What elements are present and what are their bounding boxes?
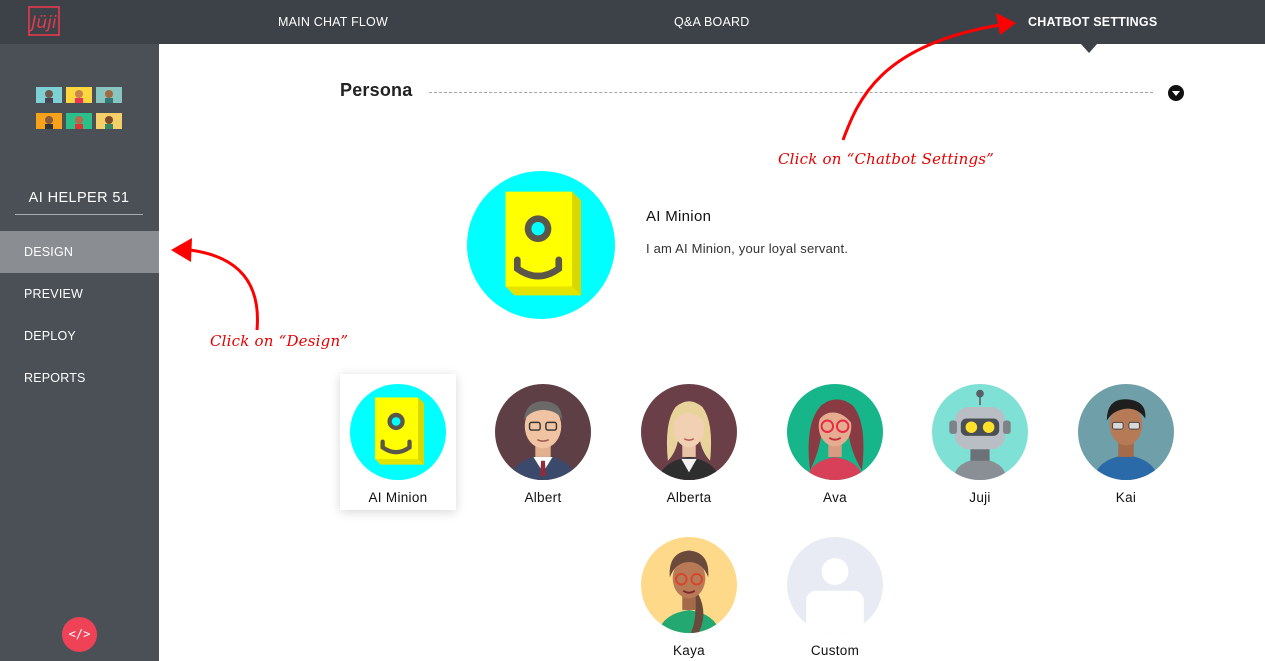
sidebar-item-deploy[interactable]: DEPLOY — [0, 315, 159, 357]
nav-main-chat-flow[interactable]: MAIN CHAT FLOW — [278, 15, 388, 29]
persona-label: Alberta — [666, 490, 712, 505]
nav-qa-board[interactable]: Q&A BOARD — [674, 15, 749, 29]
persona-card-custom[interactable]: Custom — [777, 527, 893, 661]
svg-text:Jüji: Jüji — [28, 13, 57, 33]
sidebar: AI HELPER 51 DESIGN PREVIEW DEPLOY REPOR… — [0, 44, 159, 661]
juji-robot-avatar — [932, 384, 1028, 480]
ava-avatar — [787, 384, 883, 480]
team-avatars-icon — [36, 87, 122, 129]
alberta-avatar — [641, 384, 737, 480]
persona-label: Juji — [969, 490, 991, 505]
nav-chatbot-settings[interactable]: CHATBOT SETTINGS — [1028, 15, 1157, 29]
bot-name[interactable]: AI HELPER 51 — [15, 190, 143, 206]
selected-persona-description: I am AI Minion, your loyal servant. — [646, 241, 849, 256]
persona-label: Kai — [1115, 490, 1137, 505]
collapse-toggle-icon[interactable] — [1168, 85, 1184, 101]
persona-card-kai[interactable]: Kai — [1068, 374, 1184, 510]
persona-label: AI Minion — [368, 490, 428, 505]
persona-card-juji[interactable]: Juji — [922, 374, 1038, 510]
embed-code-button[interactable]: </> — [62, 617, 97, 652]
ai-minion-avatar — [350, 384, 446, 480]
juji-logo-icon[interactable]: Jüji — [28, 5, 60, 37]
sidebar-item-preview[interactable]: PREVIEW — [0, 273, 159, 315]
persona-card-alberta[interactable]: Alberta — [631, 374, 747, 510]
selected-persona-avatar — [467, 171, 615, 319]
kai-avatar — [1078, 384, 1174, 480]
section-title-persona: Persona — [340, 80, 413, 100]
sidebar-item-reports[interactable]: REPORTS — [0, 357, 159, 399]
persona-card-albert[interactable]: Albert — [485, 374, 601, 510]
persona-label: Custom — [810, 643, 860, 658]
persona-card-ava[interactable]: Ava — [777, 374, 893, 510]
albert-avatar — [495, 384, 591, 480]
bot-name-underline — [15, 214, 143, 215]
custom-user-icon — [787, 537, 883, 633]
persona-label: Ava — [823, 490, 847, 505]
kaya-avatar — [641, 537, 737, 633]
section-divider — [429, 92, 1153, 93]
persona-label: Albert — [524, 490, 562, 505]
persona-card-ai-minion[interactable]: AI Minion — [340, 374, 456, 510]
active-tab-caret-icon — [1081, 44, 1097, 53]
annotation-chatbot-settings: Click on “Chatbot Settings” — [778, 150, 995, 168]
selected-persona-name: AI Minion — [646, 208, 712, 225]
persona-label: Kaya — [673, 643, 705, 658]
top-navigation-bar: Jüji MAIN CHAT FLOW Q&A BOARD CHATBOT SE… — [0, 0, 1265, 44]
arrow-to-design — [171, 238, 259, 331]
persona-card-kaya[interactable]: Kaya — [631, 527, 747, 661]
annotation-design: Click on “Design” — [210, 332, 349, 350]
sidebar-item-design[interactable]: DESIGN — [0, 231, 159, 273]
